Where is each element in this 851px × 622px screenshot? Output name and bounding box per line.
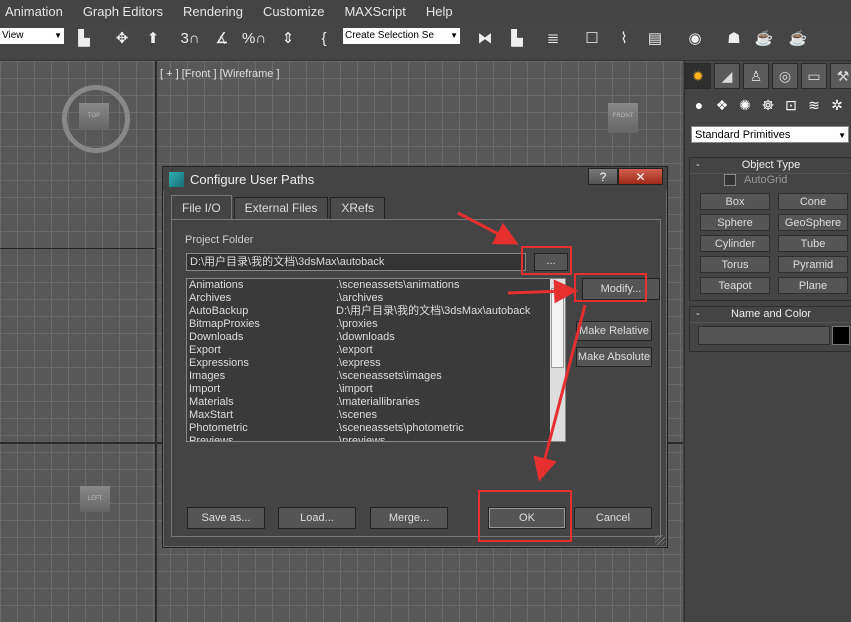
arrow-to-ok (533, 304, 587, 482)
arrow-to-modify (507, 279, 578, 304)
tutorial-arrows (457, 211, 587, 482)
arrow-to-browse (457, 211, 519, 245)
